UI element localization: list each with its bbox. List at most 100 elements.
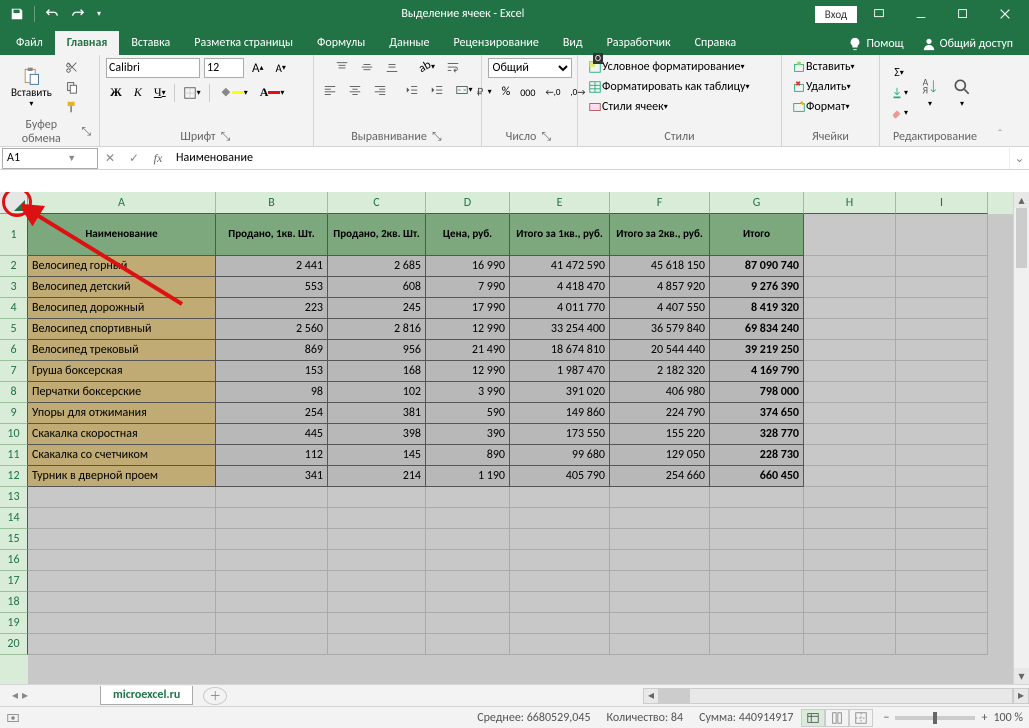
table-row-name[interactable]: Скакалка со счетчиком — [28, 445, 216, 466]
header-cell[interactable]: Цена, руб. — [426, 214, 510, 256]
increase-decimal-button[interactable]: ←,0 — [541, 83, 564, 101]
font-size-input[interactable] — [204, 58, 244, 78]
table-cell[interactable]: 16 990 — [426, 256, 510, 277]
row-header-8[interactable]: 8 — [0, 382, 28, 403]
table-cell[interactable]: 328 770 — [710, 424, 804, 445]
table-cell[interactable]: 7 990 — [426, 277, 510, 298]
view-page-break-button[interactable] — [849, 709, 873, 727]
bold-button[interactable]: Ж — [106, 83, 126, 102]
table-row-name[interactable]: Упоры для отжимания — [28, 403, 216, 424]
cell[interactable] — [896, 592, 988, 613]
borders-button[interactable]: ▾ — [179, 84, 205, 102]
cell[interactable] — [216, 529, 328, 550]
delete-cells-button[interactable]: Удалить ▾ — [788, 78, 855, 96]
cell[interactable] — [510, 571, 610, 592]
col-header-B[interactable]: B — [216, 192, 328, 214]
zoom-in-button[interactable]: + — [981, 711, 987, 725]
cell[interactable] — [28, 634, 216, 655]
cell[interactable] — [216, 613, 328, 634]
ribbon-display-button[interactable] — [859, 0, 899, 28]
cell[interactable] — [328, 487, 426, 508]
table-cell[interactable]: 608 — [328, 277, 426, 298]
underline-button[interactable]: Ч ▾ — [150, 83, 170, 102]
maximize-button[interactable] — [943, 0, 983, 28]
col-header-H[interactable]: H — [804, 192, 896, 214]
tab-формулы[interactable]: Формулы — [305, 31, 377, 55]
paste-button[interactable]: Вставить ▾ — [6, 61, 57, 114]
format-as-table-button[interactable]: Форматировать как таблицу▾ — [584, 78, 754, 96]
table-row-name[interactable]: Велосипед детский — [28, 277, 216, 298]
decrease-font-button[interactable]: A▾ — [272, 60, 290, 77]
table-cell[interactable]: 168 — [328, 361, 426, 382]
table-cell[interactable]: 153 — [216, 361, 328, 382]
align-bottom-button[interactable] — [381, 58, 403, 76]
tab-разметка страницы[interactable]: Разметка страницы — [182, 31, 305, 55]
table-cell[interactable]: 245 — [328, 298, 426, 319]
table-cell[interactable]: 4 857 920 — [610, 277, 710, 298]
cell[interactable] — [710, 592, 804, 613]
table-cell[interactable]: 155 220 — [610, 424, 710, 445]
cell[interactable] — [804, 550, 896, 571]
table-cell[interactable]: 214 — [328, 466, 426, 487]
cell[interactable] — [804, 361, 896, 382]
accounting-format-button[interactable]: ₽▾ — [470, 83, 496, 101]
formula-input[interactable] — [170, 151, 1009, 165]
col-header-G[interactable]: G — [710, 192, 804, 214]
insert-cells-button[interactable]: Вставить ▾ — [788, 58, 859, 76]
next-sheet-button[interactable]: ▸ — [22, 688, 28, 703]
cell[interactable] — [426, 487, 510, 508]
table-cell[interactable]: 398 — [328, 424, 426, 445]
table-cell[interactable]: 87 090 740 — [710, 256, 804, 277]
cell[interactable] — [896, 361, 988, 382]
cell[interactable] — [710, 508, 804, 529]
table-cell[interactable]: 224 790 — [610, 403, 710, 424]
table-cell[interactable]: 41 472 590 — [510, 256, 610, 277]
table-cell[interactable]: 869 — [216, 340, 328, 361]
minimize-button[interactable] — [901, 0, 941, 28]
cell[interactable] — [426, 634, 510, 655]
prev-sheet-button[interactable]: ◂ — [12, 688, 18, 703]
cell[interactable] — [896, 277, 988, 298]
table-cell[interactable]: 2 560 — [216, 319, 328, 340]
cell[interactable] — [896, 340, 988, 361]
cell[interactable] — [710, 634, 804, 655]
cell[interactable] — [28, 571, 216, 592]
orientation-button[interactable]: ab▾ — [415, 58, 439, 76]
table-cell[interactable]: 406 980 — [610, 382, 710, 403]
table-row-name[interactable]: Велосипед спортивный — [28, 319, 216, 340]
vscroll-thumb[interactable] — [1016, 208, 1027, 268]
table-cell[interactable]: 45 618 150 — [610, 256, 710, 277]
col-header-C[interactable]: C — [328, 192, 426, 214]
align-center-button[interactable] — [344, 81, 366, 99]
cancel-formula-button[interactable]: ✕ — [98, 148, 122, 169]
cell[interactable] — [610, 592, 710, 613]
number-launcher[interactable]: ⤡ — [539, 130, 553, 144]
table-cell[interactable]: 660 450 — [710, 466, 804, 487]
table-cell[interactable]: 390 — [426, 424, 510, 445]
autosum-button[interactable]: Σ ▾ — [886, 64, 912, 82]
tab-справка[interactable]: Справка — [683, 31, 749, 55]
format-painter-button[interactable] — [61, 98, 83, 116]
row-header-15[interactable]: 15 — [0, 529, 28, 550]
row-header-1[interactable]: 1 — [0, 214, 28, 256]
table-cell[interactable]: 254 660 — [610, 466, 710, 487]
cell[interactable] — [804, 508, 896, 529]
tell-me[interactable]: Помощ — [844, 33, 907, 55]
cell[interactable] — [610, 487, 710, 508]
header-cell[interactable]: Итого за 2кв., руб. — [610, 214, 710, 256]
cell[interactable] — [710, 571, 804, 592]
enter-formula-button[interactable]: ✓ — [122, 148, 146, 169]
tab-разработчик[interactable]: Разработчик — [595, 31, 683, 55]
cell[interactable] — [426, 529, 510, 550]
cell[interactable] — [328, 634, 426, 655]
sheet-tab-active[interactable]: microexcel.ru — [100, 686, 193, 705]
number-format-select[interactable]: Общий — [488, 58, 572, 78]
zoom-slider[interactable] — [895, 716, 975, 720]
cell[interactable] — [216, 550, 328, 571]
scroll-down-button[interactable]: ▾ — [1014, 668, 1029, 684]
row-header-19[interactable]: 19 — [0, 613, 28, 634]
table-cell[interactable]: 405 790 — [510, 466, 610, 487]
signin-button[interactable]: Вход — [815, 6, 857, 23]
table-cell[interactable]: 17 990 — [426, 298, 510, 319]
table-cell[interactable]: 890 — [426, 445, 510, 466]
